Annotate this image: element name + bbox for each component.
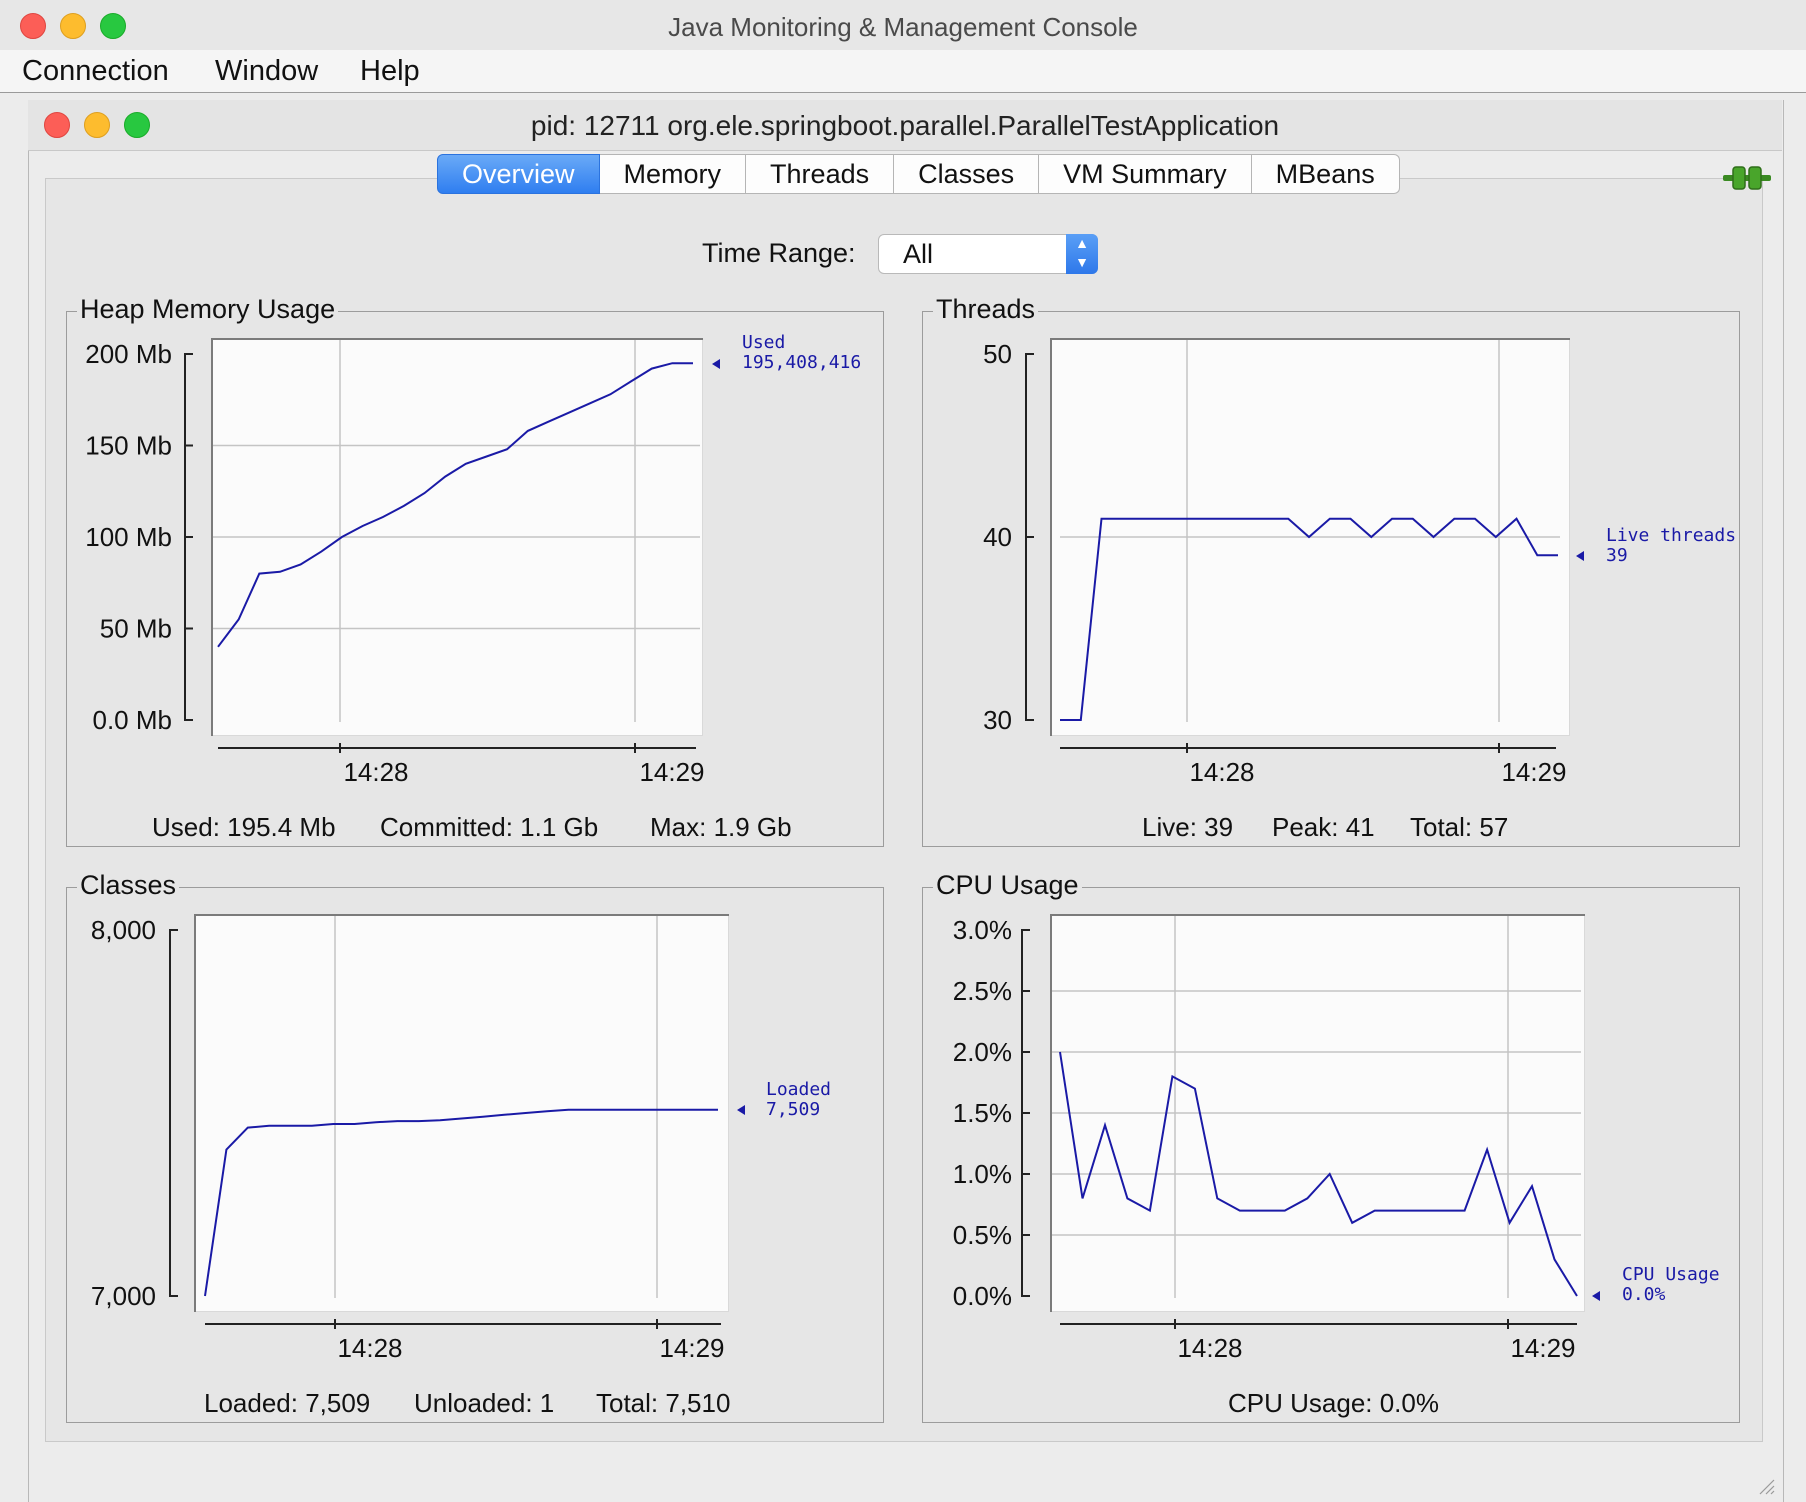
threads-x-tick-label: 14:28 [1189,757,1254,787]
threads-peak-summary: Peak: 41 [1272,812,1375,842]
cpu-y-tick-label: 0.5% [953,1220,1012,1250]
heap-y-tick-label: 150 Mb [85,431,172,461]
classes-series-marker [737,1105,745,1115]
heap-series-line [217,362,693,648]
heap-x-tick-label: 14:29 [639,757,704,787]
heap-used-summary: Used: 195.4 Mb [152,812,336,842]
classes-loaded-summary: Loaded: 7,509 [204,1388,371,1418]
threads-series-name: Live threads [1606,525,1737,546]
classes-total-summary: Total: 7,510 [596,1388,731,1418]
classes-y-tick-label: 8,000 [91,915,156,945]
threads-y-tick-label: 30 [983,705,1012,735]
cpu-series-marker [1592,1291,1600,1301]
threads-total-summary: Total: 57 [1410,812,1509,842]
cpu-y-tick-label: 2.0% [953,1037,1012,1067]
classes-series-line [204,1108,718,1297]
cpu-x-tick-label: 14:29 [1510,1333,1575,1363]
cpu-series-name: CPU Usage [1622,1264,1720,1285]
cpu-y-tick-label: 3.0% [953,915,1012,945]
cpu-usage-summary: CPU Usage: 0.0% [1228,1388,1439,1418]
heap-series-marker [712,359,720,369]
classes-x-tick-label: 14:29 [659,1333,724,1363]
heap-series-name: Used [742,332,786,353]
cpu-y-tick-label: 0.0% [953,1281,1012,1311]
classes-series-value: 7,509 [766,1099,821,1120]
cpu-y-tick-label: 1.0% [953,1159,1012,1189]
cpu-y-tick-label: 2.5% [953,976,1012,1006]
heap-y-tick-label: 0.0 Mb [93,705,173,735]
heap-x-tick-label: 14:28 [343,757,408,787]
charts-svg: 200 Mb 150 Mb 100 Mb 50 Mb 0.0 Mb 14:28 14:29 5… [85,339,1600,1363]
classes-unloaded-summary: Unloaded: 1 [414,1388,555,1418]
classes-x-tick-label: 14:28 [337,1333,402,1363]
heap-committed-summary: Committed: 1.1 Gb [380,812,599,842]
threads-live-summary: Live: 39 [1142,812,1234,842]
heap-y-tick-label: 200 Mb [85,339,172,369]
resize-grip-icon[interactable] [1756,1476,1776,1496]
threads-series-marker [1576,551,1584,561]
cpu-y-tick-label: 1.5% [953,1098,1012,1128]
classes-series-name: Loaded [766,1079,832,1100]
threads-y-tick-label: 50 [983,339,1012,369]
cpu-x-tick-label: 14:28 [1177,1333,1242,1363]
heap-y-tick-label: 50 Mb [100,614,172,644]
heap-y-tick-label: 100 Mb [85,522,172,552]
heap-max-summary: Max: 1.9 Gb [650,812,792,842]
heap-series-value: 195,408,416 [742,352,862,373]
classes-y-tick-label: 7,000 [91,1281,156,1311]
threads-series-line [1060,517,1558,721]
threads-y-tick-label: 40 [983,522,1012,552]
cpu-series-value: 0.0% [1622,1284,1666,1305]
threads-x-tick-label: 14:29 [1501,757,1566,787]
threads-series-value: 39 [1606,545,1628,566]
